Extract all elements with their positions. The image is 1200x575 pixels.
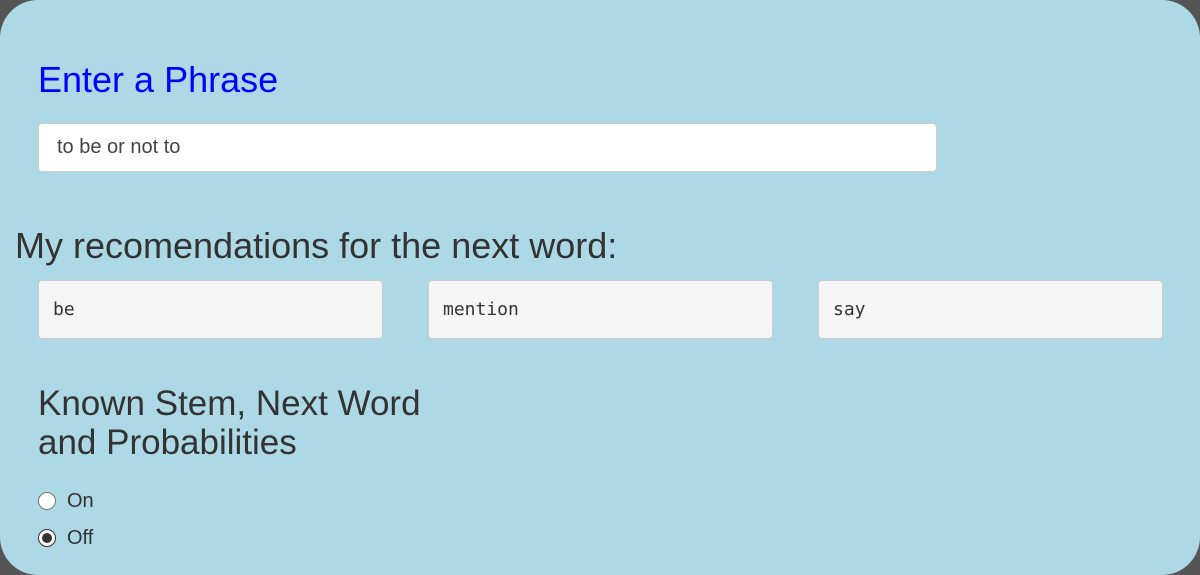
main-panel: Enter a Phrase My recomendations for the… <box>0 0 1200 575</box>
radio-on-label[interactable]: On <box>67 489 94 513</box>
phrase-input[interactable] <box>38 123 937 172</box>
enter-phrase-heading: Enter a Phrase <box>38 59 279 100</box>
recommendation-word-2: mention <box>428 280 773 339</box>
radio-off-label[interactable]: Off <box>67 526 93 550</box>
radio-on-circle[interactable] <box>38 492 56 510</box>
radio-selected-dot <box>42 533 52 543</box>
known-stem-heading-line2: and Probabilities <box>38 423 297 462</box>
recommendations-heading: My recomendations for the next word: <box>15 225 618 266</box>
known-stem-heading: Known Stem, Next Word and Probabilities <box>38 384 421 462</box>
known-stem-heading-line1: Known Stem, Next Word <box>38 384 421 423</box>
radio-off-circle[interactable] <box>38 529 56 547</box>
radio-option-off[interactable]: Off <box>38 526 93 550</box>
radio-option-on[interactable]: On <box>38 489 94 513</box>
recommendation-word-1: be <box>38 280 383 339</box>
recommendation-word-3: say <box>818 280 1163 339</box>
